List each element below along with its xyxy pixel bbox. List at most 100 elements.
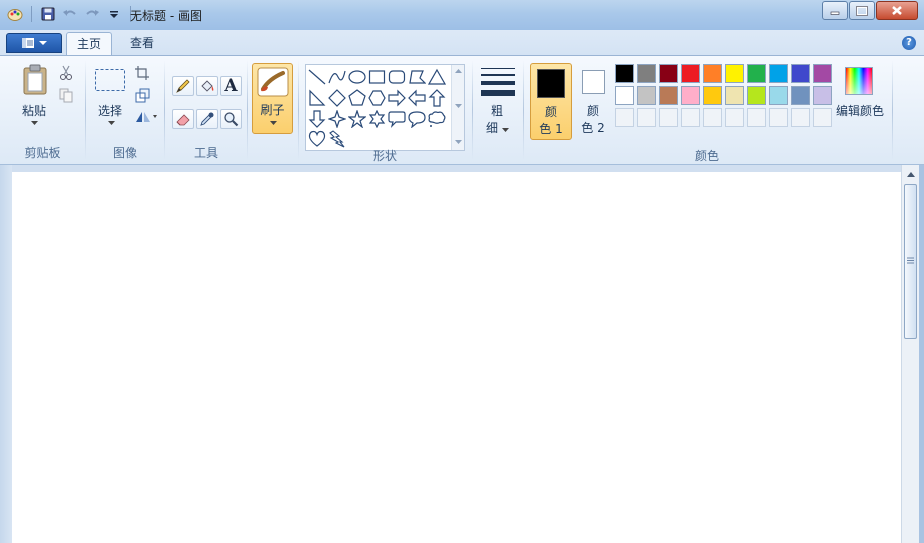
- edit-colors-icon[interactable]: [845, 67, 873, 95]
- shape-pentagon-icon[interactable]: [348, 89, 366, 107]
- rotate-icon[interactable]: [134, 109, 158, 125]
- shape-heart-icon[interactable]: [308, 130, 326, 148]
- shape-triangle-icon[interactable]: [428, 68, 446, 86]
- eraser-icon[interactable]: [172, 109, 194, 129]
- drawing-canvas[interactable]: [12, 172, 901, 543]
- shape-right-triangle-icon[interactable]: [308, 89, 326, 107]
- palette-color-swatch[interactable]: [659, 86, 678, 105]
- shape-six-point-star-icon[interactable]: [368, 110, 386, 128]
- palette-color-swatch[interactable]: [725, 64, 744, 83]
- shape-rounded-callout-icon[interactable]: [388, 110, 406, 128]
- shape-arrow-right-icon[interactable]: [388, 89, 406, 107]
- resize-icon[interactable]: [134, 87, 150, 103]
- shapes-scrollbar[interactable]: [451, 65, 464, 150]
- shape-rectangle-icon[interactable]: [368, 68, 386, 86]
- palette-color-swatch[interactable]: [637, 86, 656, 105]
- tab-home[interactable]: 主页: [66, 32, 113, 55]
- shape-four-point-star-icon[interactable]: [328, 110, 346, 128]
- paste-label[interactable]: 粘贴: [14, 102, 54, 119]
- scrollbar-thumb[interactable]: [904, 184, 917, 339]
- palette-color-swatch[interactable]: [703, 86, 722, 105]
- crop-icon[interactable]: [134, 65, 150, 81]
- palette-color-swatch[interactable]: [681, 64, 700, 83]
- undo-icon[interactable]: [61, 5, 79, 23]
- shape-polygon-icon[interactable]: [408, 68, 426, 86]
- pencil-icon[interactable]: [172, 76, 194, 96]
- palette-custom-slot[interactable]: [637, 108, 656, 127]
- close-button[interactable]: [876, 1, 918, 20]
- paste-dropdown-chevron-icon[interactable]: [29, 119, 39, 127]
- palette-custom-slot[interactable]: [659, 108, 678, 127]
- palette-color-swatch[interactable]: [791, 86, 810, 105]
- scroll-down-icon[interactable]: [454, 102, 463, 110]
- paint-app-icon[interactable]: [6, 5, 24, 23]
- color2-label-line2[interactable]: 色 2: [578, 119, 608, 136]
- shape-hexagon-icon[interactable]: [368, 89, 386, 107]
- shape-arrow-down-icon[interactable]: [308, 110, 326, 128]
- palette-color-swatch[interactable]: [813, 86, 832, 105]
- palette-color-swatch[interactable]: [659, 64, 678, 83]
- redo-icon[interactable]: [83, 5, 101, 23]
- shape-five-point-star-icon[interactable]: [348, 110, 366, 128]
- shape-oval-callout-icon[interactable]: [408, 110, 426, 128]
- palette-color-swatch[interactable]: [769, 86, 788, 105]
- fill-bucket-icon[interactable]: [196, 76, 218, 96]
- palette-custom-slot[interactable]: [769, 108, 788, 127]
- save-icon[interactable]: [39, 5, 57, 23]
- palette-color-swatch[interactable]: [747, 86, 766, 105]
- shape-line-icon[interactable]: [308, 68, 326, 86]
- size-label-line1[interactable]: 粗: [484, 102, 510, 119]
- maximize-button[interactable]: [849, 1, 875, 20]
- shape-lightning-icon[interactable]: [328, 130, 346, 148]
- select-label[interactable]: 选择: [92, 102, 128, 119]
- color2-swatch[interactable]: [582, 70, 605, 94]
- palette-color-swatch[interactable]: [615, 86, 634, 105]
- magnifier-icon[interactable]: [220, 109, 242, 129]
- palette-custom-slot[interactable]: [813, 108, 832, 127]
- help-icon[interactable]: ?: [902, 36, 916, 50]
- scroll-up-arrow-icon[interactable]: [907, 172, 915, 177]
- palette-color-swatch[interactable]: [703, 64, 722, 83]
- color-picker-icon[interactable]: [196, 109, 218, 129]
- customize-toolbar-chevron-icon[interactable]: [105, 5, 123, 23]
- size-label-line2[interactable]: 细: [484, 119, 510, 136]
- expand-gallery-icon[interactable]: [454, 138, 463, 146]
- palette-color-swatch[interactable]: [681, 86, 700, 105]
- edit-colors-label[interactable]: 编辑颜色: [833, 102, 887, 119]
- shape-arrow-up-icon[interactable]: [428, 89, 446, 107]
- palette-custom-slot[interactable]: [681, 108, 700, 127]
- palette-color-swatch[interactable]: [813, 64, 832, 83]
- palette-custom-slot[interactable]: [747, 108, 766, 127]
- palette-custom-slot[interactable]: [791, 108, 810, 127]
- palette-custom-slot[interactable]: [703, 108, 722, 127]
- select-icon[interactable]: [94, 68, 126, 92]
- brushes-button[interactable]: 刷子: [252, 63, 293, 134]
- color2-label-line1[interactable]: 颜: [578, 102, 608, 119]
- shape-diamond-icon[interactable]: [328, 89, 346, 107]
- size-icon[interactable]: [481, 68, 515, 101]
- text-tool-icon[interactable]: A: [220, 76, 242, 96]
- select-dropdown-chevron-icon[interactable]: [106, 119, 116, 127]
- cut-icon[interactable]: [58, 65, 74, 81]
- vertical-scrollbar[interactable]: [901, 165, 919, 543]
- palette-color-swatch[interactable]: [791, 64, 810, 83]
- scroll-up-icon[interactable]: [454, 67, 463, 75]
- palette-color-swatch[interactable]: [769, 64, 788, 83]
- shape-arrow-left-icon[interactable]: [408, 89, 426, 107]
- palette-color-swatch[interactable]: [637, 64, 656, 83]
- palette-color-swatch[interactable]: [725, 86, 744, 105]
- paste-icon[interactable]: [20, 64, 50, 96]
- shape-rounded-rectangle-icon[interactable]: [388, 68, 406, 86]
- palette-color-swatch[interactable]: [615, 64, 634, 83]
- minimize-button[interactable]: [822, 1, 848, 20]
- tab-view[interactable]: 查看: [120, 32, 164, 55]
- color1-button[interactable]: 颜 色 1: [530, 63, 572, 140]
- copy-icon[interactable]: [58, 87, 74, 103]
- palette-custom-slot[interactable]: [725, 108, 744, 127]
- palette-color-swatch[interactable]: [747, 64, 766, 83]
- palette-custom-slot[interactable]: [615, 108, 634, 127]
- application-menu-button[interactable]: [6, 33, 62, 53]
- shape-curve-icon[interactable]: [328, 68, 346, 86]
- shape-oval-icon[interactable]: [348, 68, 366, 86]
- shape-cloud-callout-icon[interactable]: [428, 110, 446, 128]
